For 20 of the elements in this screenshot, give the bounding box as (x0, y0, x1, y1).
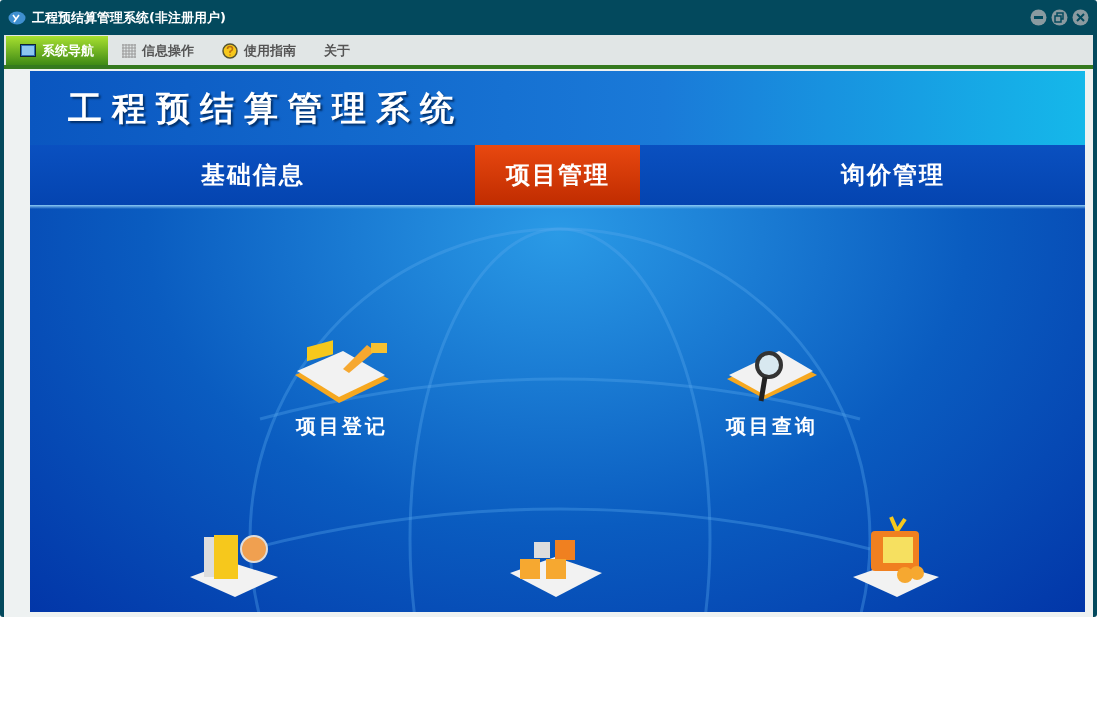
banner-title: 工程预结算管理系统 (68, 86, 464, 130)
clipboard-pencil-icon (293, 339, 391, 405)
window-title: 工程预结算管理系统(非注册用户) (32, 8, 226, 27)
module-button[interactable]: 项目登记 (280, 339, 404, 441)
monitor-icon (20, 44, 36, 57)
app-logo-icon (8, 10, 26, 25)
television-icon[interactable] (853, 515, 939, 597)
menu-tab[interactable]: 使用指南 (208, 36, 310, 65)
help-icon (222, 42, 238, 59)
cubes-icon[interactable] (510, 537, 602, 597)
module-button[interactable]: 项目查询 (710, 339, 834, 441)
grid-icon (122, 43, 136, 58)
nav-tab[interactable]: 项目管理 (475, 145, 640, 205)
restore-icon[interactable] (1051, 9, 1068, 26)
minimize-icon[interactable] (1030, 9, 1047, 26)
nav-tab[interactable]: 询价管理 (640, 145, 1085, 205)
nav-tab[interactable]: 基础信息 (30, 145, 475, 205)
menu-tab[interactable]: 信息操作 (108, 36, 208, 65)
menu-tab[interactable]: 关于 (310, 36, 364, 65)
close-icon[interactable] (1072, 9, 1089, 26)
